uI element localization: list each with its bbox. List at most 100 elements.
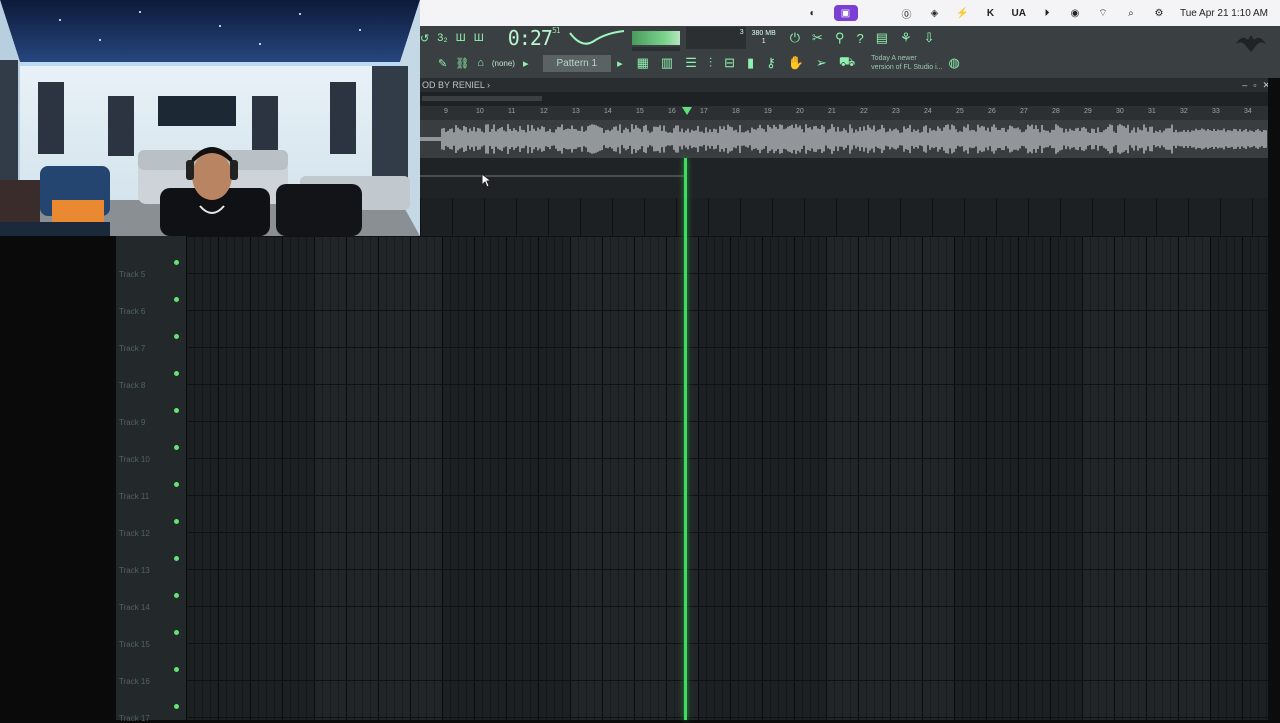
plugin-icon[interactable]: ⚘: [900, 30, 912, 46]
globe-icon[interactable]: ◍: [949, 55, 960, 71]
track-mute-dot[interactable]: [174, 667, 179, 672]
kontakt-icon[interactable]: K: [984, 5, 998, 21]
blank-menu-icon[interactable]: [872, 5, 886, 21]
playlist-grid[interactable]: [186, 236, 1268, 720]
ruler-number: 18: [732, 108, 740, 115]
mouse-cursor-icon: [481, 173, 493, 188]
playlist-title-bar: OD BY RENIEL › –▫✕: [420, 78, 1280, 92]
step-icon[interactable]: 3₂: [437, 32, 447, 44]
playlist-icon[interactable]: ▦: [637, 55, 649, 71]
playlist-title[interactable]: OD BY RENIEL ›: [422, 80, 490, 90]
oscilloscope-display: [568, 30, 624, 45]
clipboard-icon[interactable]: ▮: [747, 55, 754, 71]
channel-rack-icon[interactable]: ☰: [685, 55, 697, 71]
track-label[interactable]: Track 13: [119, 566, 150, 575]
minimize-icon[interactable]: –: [1242, 80, 1253, 90]
play-circle-icon[interactable]: ⏵: [1040, 5, 1054, 21]
playhead-marker-icon[interactable]: [682, 107, 692, 115]
ruler-number: 25: [956, 108, 964, 115]
ruler-number: 28: [1052, 108, 1060, 115]
wifi-icon[interactable]: ⌔: [1096, 5, 1110, 21]
ruler-number: 34: [1244, 108, 1252, 115]
track-label[interactable]: Track 17: [119, 714, 150, 723]
track-mute-dot[interactable]: [174, 445, 179, 450]
control-center-icon[interactable]: ⚙: [1152, 5, 1166, 21]
track-mute-dot[interactable]: [174, 519, 179, 524]
pattern-none[interactable]: (none): [492, 59, 515, 68]
help-icon[interactable]: ?: [856, 31, 863, 46]
track-mute-dot[interactable]: [174, 371, 179, 376]
pattern-add-icon[interactable]: ▸: [617, 57, 623, 70]
countdown-icon[interactable]: Ш: [474, 32, 484, 44]
track-mute-dot[interactable]: [174, 334, 179, 339]
ruler-number: 22: [860, 108, 868, 115]
creative-cloud-icon[interactable]: ◐: [806, 5, 820, 21]
waves-icon[interactable]: ⓪: [900, 5, 914, 21]
track-label[interactable]: Track 15: [119, 640, 150, 649]
tempo-display[interactable]: 3: [685, 27, 746, 49]
screen-record-icon[interactable]: ▣: [833, 5, 858, 21]
eye-icon[interactable]: ◈: [928, 5, 942, 21]
track-mute-dot[interactable]: [174, 704, 179, 709]
ruler-number: 24: [924, 108, 932, 115]
track-label[interactable]: Track 5: [119, 270, 145, 279]
track-label[interactable]: Track 11: [119, 492, 149, 501]
ruler-number: 31: [1148, 108, 1156, 115]
playlist-scrollbar[interactable]: [420, 92, 1280, 106]
track-mute-dot[interactable]: [174, 630, 179, 635]
track-label[interactable]: Track 16: [119, 677, 150, 686]
pattern-prev-icon[interactable]: ▸: [523, 57, 529, 70]
bolt-icon[interactable]: ⚡: [956, 5, 970, 21]
timeline-ruler[interactable]: 9 10 11 12 13 14 15 16 17 18 19 20 21 22 23 24 25 26 27 28 2…: [420, 106, 1268, 120]
track-mute-dot[interactable]: [174, 593, 179, 598]
bat-logo-icon: [1236, 35, 1266, 52]
record-circle-icon[interactable]: ◉: [1068, 5, 1082, 21]
left-blank-area: [0, 236, 116, 720]
ua-menu-item[interactable]: UA: [1012, 5, 1026, 21]
snap-icon[interactable]: ↺: [420, 32, 429, 45]
send-icon[interactable]: ➢: [816, 55, 827, 71]
search-icon[interactable]: ⌕: [1124, 5, 1138, 21]
piano-roll-icon[interactable]: ▥: [661, 55, 673, 71]
song-time[interactable]: 0:2751: [507, 26, 561, 50]
track-label[interactable]: Track 12: [119, 529, 150, 538]
plugin-database-icon[interactable]: ⚷: [766, 55, 776, 71]
save-icon[interactable]: ▤: [876, 30, 888, 46]
hint-panel[interactable]: Today A newer version of FL Studio i...: [871, 54, 942, 72]
pattern-selector[interactable]: Pattern 1: [542, 54, 612, 72]
link-icon[interactable]: ⛓: [455, 57, 469, 70]
grid-upper[interactable]: [420, 198, 1268, 236]
cart-icon[interactable]: ⛟: [839, 54, 855, 72]
audio-clip[interactable]: [420, 120, 1268, 158]
playhead-line[interactable]: [684, 158, 687, 720]
track-label[interactable]: Track 10: [119, 455, 150, 464]
track-label[interactable]: Track 9: [119, 418, 145, 427]
stamp-icon[interactable]: ⌂: [477, 57, 484, 69]
mixer-icon[interactable]: ⫶: [709, 55, 712, 71]
track-row-automation[interactable]: [420, 158, 1268, 198]
master-level-meter: [631, 31, 680, 51]
ruler-number: 13: [572, 108, 580, 115]
metronome-icon[interactable]: Ш: [456, 32, 466, 44]
touch-controller-icon[interactable]: ✋: [788, 55, 804, 71]
draw-tool-icon[interactable]: ✎: [438, 57, 447, 70]
microphone-icon[interactable]: ⚲: [835, 30, 845, 46]
mixer-cut-icon[interactable]: ✂: [812, 30, 823, 46]
browser-icon[interactable]: ⊟: [724, 55, 735, 71]
memory-value: 380 MB: [751, 30, 776, 37]
track-label[interactable]: Track 8: [119, 381, 145, 390]
export-icon[interactable]: ⇩: [924, 30, 935, 46]
time-main: 0:27: [507, 26, 553, 50]
track-mute-dot[interactable]: [174, 408, 179, 413]
track-label[interactable]: Track 7: [119, 344, 145, 353]
menubar-clock[interactable]: Tue Apr 21 1:10 AM: [1180, 8, 1268, 19]
track-label[interactable]: Track 14: [119, 603, 150, 612]
track-label[interactable]: Track 6: [119, 307, 145, 316]
power-icon[interactable]: ⏻: [790, 30, 800, 46]
track-mute-dot[interactable]: [174, 260, 179, 265]
track-mute-dot[interactable]: [174, 297, 179, 302]
track-mute-dot[interactable]: [174, 556, 179, 561]
track-mute-dot[interactable]: [174, 482, 179, 487]
scroll-thumb[interactable]: [422, 96, 542, 101]
tempo-value: 3: [739, 29, 744, 36]
